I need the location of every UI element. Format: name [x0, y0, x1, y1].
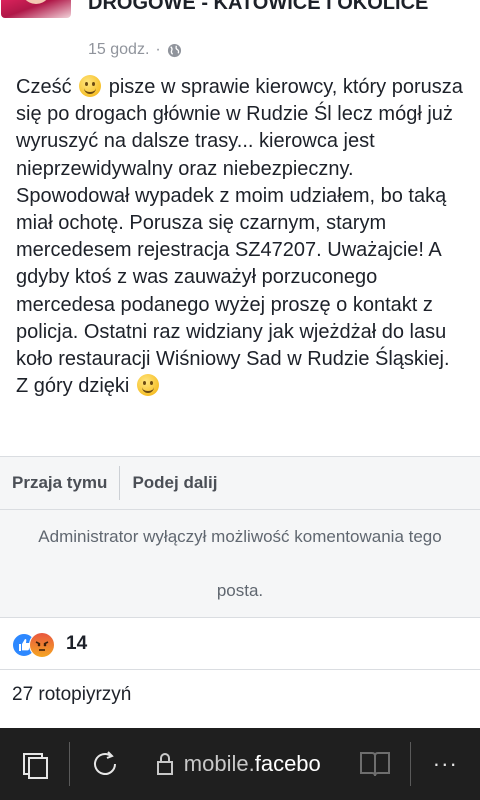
post-action-bar: Przaja tymu Podej dalij: [0, 456, 480, 510]
smiley-emoji-icon: [79, 75, 102, 97]
wink-emoji-icon: [136, 374, 159, 397]
post-meta: 15 godz. ·: [88, 41, 182, 59]
post-text-greeting: Cześć: [16, 76, 72, 98]
url-text: mobile.facebo: [184, 751, 321, 777]
post-header: DROGOWE - KATOWICE I OKOLICE 15 godz. ·: [0, 0, 480, 72]
reaction-icons: [12, 631, 62, 658]
reactions-summary[interactable]: 14: [0, 618, 480, 670]
globe-icon: [167, 43, 181, 57]
tabs-button[interactable]: [0, 728, 69, 800]
more-button[interactable]: ···: [411, 728, 480, 800]
notice-line-2: posta.: [216, 581, 264, 600]
group-avatar[interactable]: [1, 0, 71, 18]
notice-line-1: Administrator wyłączył możliwość komento…: [38, 527, 442, 546]
post-time[interactable]: 15 godz.: [88, 41, 149, 59]
comments-count[interactable]: 27 rotopiyrzyń: [12, 684, 131, 706]
post-text: Cześć pisze w sprawie kierowcy, który po…: [16, 74, 466, 400]
more-icon: ···: [432, 751, 458, 776]
refresh-icon: [94, 751, 117, 775]
comments-disabled-notice: Administrator wyłączył możliwość komento…: [0, 510, 480, 618]
post-text-main: pisze w sprawie kierowcy, który porusza …: [16, 76, 469, 398]
screen: DROGOWE - KATOWICE I OKOLICE 15 godz. · …: [0, 0, 480, 800]
refresh-button[interactable]: [70, 728, 139, 800]
reaction-count: 14: [66, 632, 88, 654]
browser-toolbar: mobile.facebo ···: [0, 728, 480, 800]
angry-icon: [29, 631, 55, 658]
share-button[interactable]: Podej dalij: [120, 466, 229, 500]
reading-view-button[interactable]: [340, 728, 409, 800]
like-button[interactable]: Przaja tymu: [0, 466, 119, 500]
lock-icon: [156, 753, 173, 775]
url-subdomain: mobile.: [183, 751, 255, 776]
book-icon: [359, 752, 390, 777]
tabs-icon: [22, 753, 48, 779]
group-name[interactable]: DROGOWE - KATOWICE I OKOLICE: [88, 0, 468, 15]
address-bar[interactable]: mobile.facebo: [140, 728, 340, 800]
url-domain: facebo: [254, 751, 321, 776]
meta-separator: ·: [155, 41, 161, 58]
